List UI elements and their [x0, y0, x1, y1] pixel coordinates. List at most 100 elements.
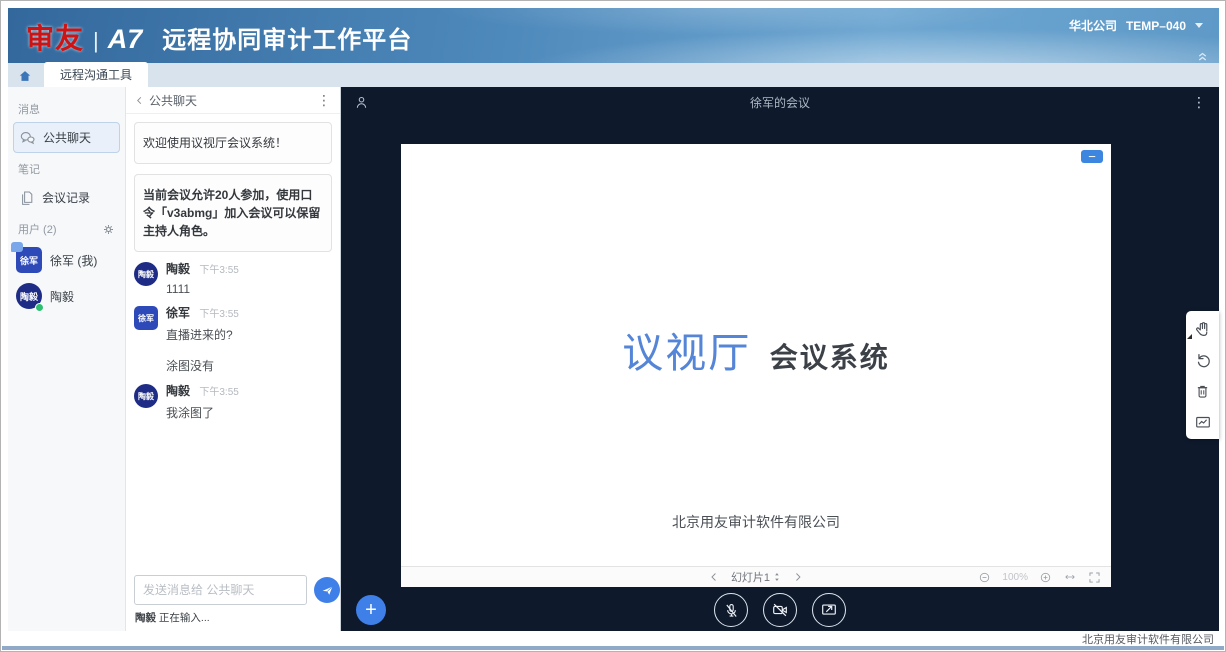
slide-toolbar: 幻灯片1 100% [401, 566, 1111, 587]
clear-whiteboard-button[interactable] [1192, 380, 1214, 402]
whiteboard-toolbar [1186, 311, 1219, 439]
zoom-out-button[interactable] [978, 571, 991, 584]
chat-input-row [126, 569, 340, 608]
line-chart-icon [1194, 413, 1212, 431]
document-icon [19, 190, 35, 206]
message-text: 涂图没有 [166, 357, 332, 374]
message-time: 下午3:55 [199, 309, 238, 320]
av-controls [714, 593, 846, 627]
app-title: 远程协同审计工作平台 [162, 20, 412, 55]
slide-title: 议视厅 会议系统 [401, 319, 1111, 379]
message-sender: 徐军 [166, 306, 190, 320]
screen-share-icon [820, 601, 838, 619]
chat-back-button[interactable]: 公共聊天 [135, 92, 197, 109]
hand-icon [1194, 320, 1212, 338]
account-id: TEMP–040 [1126, 19, 1186, 33]
system-message: 欢迎使用议视厅会议系统！ [134, 122, 332, 164]
brand-name: 审友 [26, 17, 84, 57]
minimize-slide-button[interactable]: − [1081, 150, 1103, 163]
insert-chart-button[interactable] [1192, 411, 1214, 433]
user-name: 陶毅 [50, 288, 74, 305]
fullscreen-icon[interactable] [1088, 571, 1101, 584]
slide-title-primary: 议视厅 [622, 330, 751, 376]
logo-divider: | [93, 28, 99, 54]
next-slide-button[interactable] [793, 572, 803, 582]
page-footer: 北京用友审计软件有限公司 [8, 631, 1218, 647]
user-row-self[interactable]: 徐军 徐军 (我) [16, 247, 117, 273]
chat-message-list[interactable]: 欢迎使用议视厅会议系统！ 当前会议允许20人参加，使用口令「v3abmg」加入会… [126, 114, 340, 569]
avatar: 徐军 [16, 247, 42, 273]
trash-icon [1194, 383, 1211, 400]
main-content: 消息 公共聊天 笔记 会议记录 [8, 87, 1219, 631]
system-message: 当前会议允许20人参加，使用口令「v3abmg」加入会议可以保留主持人角色。 [134, 174, 332, 252]
user-name: 徐军 (我) [50, 252, 97, 269]
presentation-slide: − 议视厅 会议系统 北京用友审计软件有限公司 [401, 144, 1111, 566]
tab-remote-communication-tools[interactable]: 远程沟通工具 [44, 62, 148, 87]
chat-bubbles-icon [19, 129, 36, 146]
chat-message: 陶毅 陶毅 下午3:55 我涂图了 [134, 384, 332, 421]
meeting-header: 徐军的会议 ⋮ [341, 87, 1219, 117]
screen-share-button[interactable] [812, 593, 846, 627]
messages-section-label: 消息 [18, 101, 115, 117]
slide-title-secondary: 会议系统 [770, 342, 890, 373]
chat-menu-icon[interactable]: ⋮ [317, 93, 331, 107]
chevrons-up-icon [1196, 49, 1209, 62]
meeting-menu-icon[interactable]: ⋮ [1192, 95, 1206, 109]
chat-bubble-badge [11, 242, 23, 252]
collapse-header-button[interactable] [1196, 49, 1209, 62]
microphone-muted-button[interactable] [714, 593, 748, 627]
typing-indicator: 陶毅 正在输入... [126, 608, 340, 631]
meeting-title: 徐军的会议 [341, 94, 1219, 111]
chat-title: 公共聊天 [149, 92, 197, 109]
message-text: 直播进来的? [166, 326, 332, 343]
chat-header: 公共聊天 ⋮ [126, 87, 340, 114]
sidebar-item-meeting-notes[interactable]: 会议记录 [13, 182, 120, 213]
slide-number-label: 幻灯片1 [731, 569, 770, 585]
chevron-down-icon [1195, 23, 1203, 28]
account-menu[interactable]: 华北公司 TEMP–040 [1069, 17, 1203, 34]
product-name: A7 [108, 24, 143, 55]
footer-company: 北京用友审计软件有限公司 [1082, 631, 1214, 647]
flyout-marker [1187, 334, 1192, 339]
gear-icon[interactable] [102, 223, 115, 236]
app-header: 审友 | A7 远程协同审计工作平台 华北公司 TEMP–040 [8, 8, 1219, 63]
add-content-button[interactable]: + [356, 595, 386, 625]
chat-message-input[interactable] [134, 575, 307, 605]
user-row-taoyi[interactable]: 陶毅 陶毅 [16, 283, 117, 309]
users-section-label: 用户 (2) [18, 221, 115, 237]
avatar: 陶毅 [16, 283, 42, 309]
undo-icon [1194, 351, 1212, 369]
camera-off-button[interactable] [763, 593, 797, 627]
message-sender: 陶毅 [166, 384, 190, 398]
home-icon[interactable] [18, 69, 32, 83]
sidebar: 消息 公共聊天 笔记 会议记录 [8, 87, 126, 631]
zoom-level: 100% [1002, 572, 1028, 583]
window-bottom-edge [2, 646, 1224, 650]
previous-slide-button[interactable] [709, 572, 719, 582]
message-time: 下午3:55 [199, 265, 238, 276]
fit-width-icon[interactable] [1063, 571, 1077, 583]
app-window: 审友 | A7 远程协同审计工作平台 华北公司 TEMP–040 远程沟通工具 … [0, 0, 1226, 652]
chat-message: 陶毅 陶毅 下午3:55 1111 [134, 262, 332, 296]
slide-company-name: 北京用友审计软件有限公司 [401, 512, 1111, 532]
chat-message: 徐军 徐军 下午3:55 直播进来的? 涂图没有 [134, 306, 332, 374]
chat-panel: 公共聊天 ⋮ 欢迎使用议视厅会议系统！ 当前会议允许20人参加，使用口令「v3a… [126, 87, 341, 631]
message-text: 1111 [166, 282, 332, 296]
chevron-left-icon [135, 96, 144, 105]
company-name: 华北公司 [1069, 17, 1117, 34]
slide-spinner-icon[interactable] [773, 572, 781, 582]
meeting-area: 徐军的会议 ⋮ − 议视厅 会议系统 北京用友审计软件有限公司 [341, 87, 1219, 631]
avatar: 陶毅 [134, 262, 158, 286]
sidebar-item-public-chat[interactable]: 公共聊天 [13, 122, 120, 153]
avatar: 徐军 [134, 306, 158, 330]
undo-button[interactable] [1192, 349, 1214, 371]
message-text: 我涂图了 [166, 404, 332, 421]
send-button[interactable] [314, 577, 340, 603]
zoom-in-button[interactable] [1039, 571, 1052, 584]
online-status-badge [35, 303, 44, 312]
camera-off-icon [771, 601, 789, 619]
mic-muted-icon [723, 602, 740, 619]
avatar: 陶毅 [134, 384, 158, 408]
message-sender: 陶毅 [166, 262, 190, 276]
hand-tool-button[interactable] [1192, 318, 1214, 340]
